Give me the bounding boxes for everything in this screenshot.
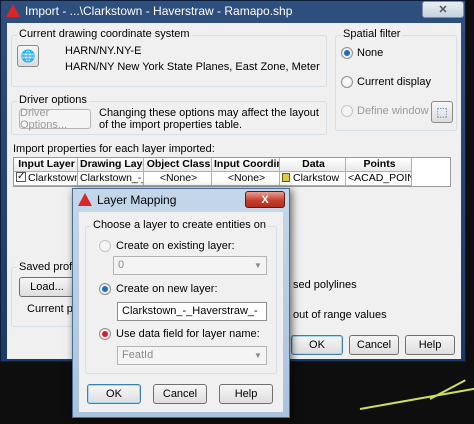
import-properties-table: Input Layer Drawing Layer Object Class I…	[13, 157, 451, 187]
spatial-filter-none-radio[interactable]	[341, 47, 353, 59]
layer-mapping-client-area: Choose a layer to create entities on Cre…	[79, 212, 283, 412]
import-titlebar[interactable]: Import - ...\Clarkstown - Haverstraw - R…	[1, 1, 465, 21]
load-profile-button[interactable]: Load...	[19, 277, 75, 297]
data-table-icon	[282, 173, 290, 182]
layer-ok-button[interactable]: OK	[87, 384, 141, 404]
table-row[interactable]: Clarkstown Clarkstown_-_ <None> <None> C…	[14, 172, 412, 186]
data-value: Clarkstow	[293, 172, 340, 184]
globe-icon: 🌐	[20, 49, 36, 63]
input-coordinate-cell[interactable]: <None>	[212, 172, 280, 186]
autocad-logo-icon	[5, 4, 21, 18]
layer-close-button[interactable]: X	[245, 191, 285, 208]
column-header[interactable]: Drawing Layer	[78, 158, 144, 172]
cad-curve-segment	[359, 387, 474, 410]
import-help-button[interactable]: Help	[405, 335, 455, 355]
import-title: Import - ...\Clarkstown - Haverstraw - R…	[25, 4, 293, 18]
autocad-logo-icon	[77, 193, 93, 207]
chevron-down-icon: ▼	[254, 351, 262, 360]
layer-mapping-title: Layer Mapping	[97, 193, 177, 207]
coord-system-description: HARN/NY New York State Planes, East Zone…	[65, 61, 320, 73]
import-cancel-button[interactable]: Cancel	[349, 335, 399, 355]
drawing-layer-cell[interactable]: Clarkstown_-_	[78, 172, 144, 186]
spatial-filter-none-label: None	[357, 47, 384, 59]
driver-options-note: Changing these options may affect the la…	[99, 107, 319, 131]
existing-layer-combo[interactable]: 0 ▼	[113, 256, 267, 275]
layer-choice-label: Choose a layer to create entities on	[91, 219, 269, 231]
create-on-new-layer-label: Create on new layer:	[116, 283, 218, 295]
column-header[interactable]: Object Class	[144, 158, 212, 172]
table-header: Input Layer Drawing Layer Object Class I…	[14, 158, 412, 172]
coord-system-picker-button[interactable]: 🌐	[17, 45, 39, 67]
create-on-existing-layer-radio[interactable]	[99, 240, 111, 252]
spatial-filter-define-window-label: Define window	[357, 105, 429, 117]
range-option-label: out of range values	[293, 309, 387, 321]
spatial-filter-current-display-radio[interactable]	[341, 76, 353, 88]
object-class-cell[interactable]: <None>	[144, 172, 212, 186]
data-field-value: FeatId	[122, 349, 154, 361]
driver-options-button[interactable]: Driver Options...	[19, 107, 91, 131]
column-header[interactable]: Input Layer	[14, 158, 78, 172]
column-header[interactable]: Points	[346, 158, 412, 172]
input-layer-value: Clarkstown	[28, 172, 78, 184]
layer-include-checkbox[interactable]	[16, 172, 26, 183]
use-data-field-label: Use data field for layer name:	[116, 328, 260, 340]
existing-layer-value: 0	[118, 259, 125, 271]
define-window-button[interactable]: ⬚	[431, 101, 453, 123]
layer-cancel-button[interactable]: Cancel	[153, 384, 207, 404]
layer-mapping-dialog: Layer Mapping Choose a layer to create e…	[72, 188, 290, 418]
import-ok-button[interactable]: OK	[291, 335, 343, 355]
polylines-option-label: sed polylines	[293, 279, 357, 291]
import-properties-label: Import properties for each layer importe…	[13, 143, 215, 155]
window-select-icon: ⬚	[436, 105, 448, 119]
layer-help-button[interactable]: Help	[219, 384, 273, 404]
data-field-combo[interactable]: FeatId ▼	[117, 346, 267, 365]
spatial-filter-label: Spatial filter	[341, 28, 403, 40]
driver-options-label: Driver options	[17, 94, 89, 106]
new-layer-name-input[interactable]: Clarkstown_-_Haverstraw_-	[117, 302, 267, 321]
chevron-down-icon: ▼	[254, 261, 262, 270]
import-close-button[interactable]: ✕	[422, 1, 464, 18]
spatial-filter-define-window-radio[interactable]	[341, 105, 353, 117]
create-on-existing-layer-label: Create on existing layer:	[116, 240, 235, 252]
use-data-field-radio[interactable]	[99, 328, 111, 340]
input-layer-cell[interactable]: Clarkstown	[14, 172, 78, 186]
coord-system-label: Current drawing coordinate system	[17, 28, 192, 40]
column-header[interactable]: Data	[280, 158, 346, 172]
column-header[interactable]: Input Coordina	[212, 158, 280, 172]
create-on-new-layer-radio[interactable]	[99, 283, 111, 295]
spatial-filter-current-display-label: Current display	[357, 76, 431, 88]
data-cell[interactable]: Clarkstow	[280, 172, 346, 186]
coord-system-code: HARN/NY.NY-E	[65, 45, 142, 57]
points-cell[interactable]: <ACAD_POINT>	[346, 172, 412, 186]
